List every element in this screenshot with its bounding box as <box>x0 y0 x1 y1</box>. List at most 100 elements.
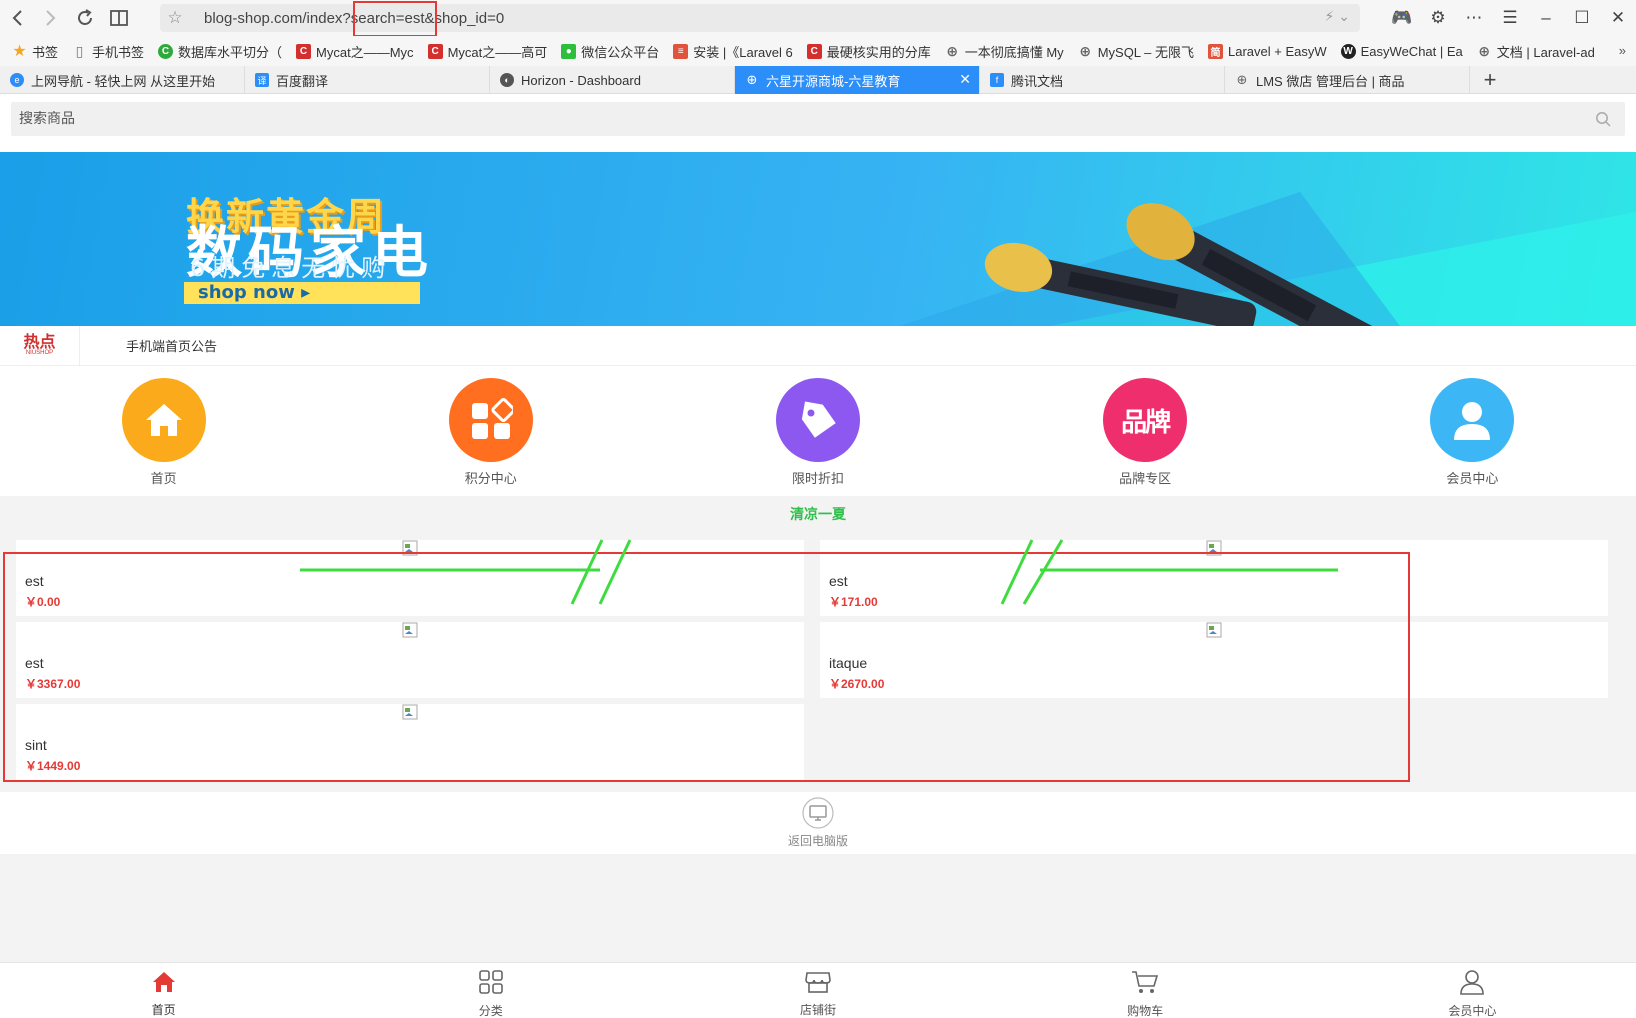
book-icon <box>110 10 128 26</box>
bookmark-item[interactable]: C 最硬核实用的分库 <box>806 42 931 61</box>
tab-label: 六星开源商城-六星教育 <box>766 73 901 89</box>
bookmark-label: 书签 <box>32 44 59 60</box>
tabbar-item[interactable]: 分类 <box>327 963 654 1018</box>
gear-icon[interactable]: ⚙ <box>1420 0 1456 36</box>
bookmark-item[interactable]: ● 微信公众平台 <box>561 42 659 61</box>
chevron-right-icon <box>46 10 56 26</box>
nav-item-label: 首页 <box>150 472 177 487</box>
browser-tab[interactable]: ⊕ LMS 微店 管理后台 | 商品 <box>1225 66 1470 94</box>
browser-tab[interactable]: 译百度翻译 <box>245 66 490 94</box>
bookmark-label: Mycat之——高可 <box>447 44 548 60</box>
banner-cta-button[interactable]: shop now ▸ <box>184 282 420 304</box>
reload-button[interactable] <box>68 0 102 36</box>
pc-version-link[interactable]: 返回电脑版 <box>0 792 1636 854</box>
browser-tab[interactable]: f 腾讯文档 <box>980 66 1225 94</box>
back-button[interactable] <box>0 0 34 36</box>
bookmarks-more-icon[interactable]: » <box>1619 43 1626 58</box>
globe-icon: ⊕ <box>1236 72 1248 87</box>
bookmark-item[interactable]: ≡ 安装 |《Laravel 6 <box>673 42 793 61</box>
bookmark-label: 微信公众平台 <box>581 44 660 60</box>
browser-tab[interactable]: ⊕ 六星开源商城-六星教育 ✕ <box>735 66 980 94</box>
tabbar-item[interactable]: 首页 <box>0 963 327 1018</box>
bookmarks-bar: ★ 书签 ▯ 手机书签 C 数据库水平切分（ C Mycat之——Myc C Mycat之——高可… <box>0 36 1636 66</box>
csdn-icon: C <box>806 43 822 59</box>
user-icon <box>1459 969 1485 1000</box>
tab-close-icon[interactable]: ✕ <box>959 71 971 88</box>
bookmark-item[interactable]: C 数据库水平切分（ <box>158 42 282 61</box>
globe-icon: ⊕ <box>746 72 758 87</box>
search-section <box>0 94 1636 152</box>
tab-label: LMS 微店 管理后台 | 商品 <box>1256 73 1405 89</box>
csdn-icon: C <box>296 43 312 59</box>
bookmark-item[interactable]: 简 Laravel + EasyW <box>1208 43 1327 59</box>
bottom-tabbar: 首页 分类 店铺街 购物车 会员中心 <box>0 962 1636 1018</box>
tab-strip: e 上网导航 - 轻快上网 从这里开始 译百度翻译 ◐ Horizon - Dashbo… <box>0 66 1636 94</box>
address-bar-actions[interactable]: ⚡ ⌄ <box>1325 8 1350 25</box>
circle-c-icon: C <box>158 43 174 59</box>
tabbar-item[interactable]: 购物车 <box>982 963 1309 1018</box>
nav-item[interactable]: 品牌 品牌专区 <box>982 366 1309 496</box>
tabbar-item[interactable]: 店铺街 <box>654 963 981 1018</box>
bookmark-star-icon[interactable]: ☆ <box>160 8 190 28</box>
search-input[interactable] <box>11 111 1571 127</box>
nav-item-label: 品牌专区 <box>1119 472 1172 487</box>
tabbar-label: 购物车 <box>1127 1003 1164 1018</box>
browser-tab[interactable]: e 上网导航 - 轻快上网 从这里开始 <box>0 66 245 94</box>
new-tab-button[interactable]: + <box>1470 66 1510 94</box>
browser-tab[interactable]: ◐ Horizon - Dashboard <box>490 66 735 94</box>
tab-label: Horizon - Dashboard <box>521 72 641 88</box>
minimize-icon[interactable]: – <box>1528 0 1564 36</box>
nav-item[interactable]: 会员中心 <box>1309 366 1636 496</box>
url-annotation-box <box>353 1 437 37</box>
menu-icon[interactable]: ☰ <box>1492 0 1528 36</box>
monitor-icon <box>802 797 834 829</box>
bookmark-item[interactable]: ⊕ MySQL – 无限飞 <box>1078 42 1194 61</box>
notice-logo-sub: NIUSHOP <box>25 350 54 356</box>
phone-icon: ▯ <box>75 42 84 59</box>
tabbar-label: 首页 <box>151 1002 176 1017</box>
home-icon <box>121 378 206 462</box>
reload-icon <box>78 9 92 25</box>
nav-item[interactable]: 限时折扣 <box>654 366 981 496</box>
user-icon <box>1430 378 1515 462</box>
nav-grid: 首页 积分中心限时折扣 品牌 品牌专区 会员中心 <box>0 366 1636 496</box>
bookmark-item[interactable]: ⊕ 文档 | Laravel-ad <box>1477 42 1594 61</box>
forward-button[interactable] <box>34 0 68 36</box>
bookmark-item[interactable]: C Mycat之——Myc <box>296 42 414 61</box>
bookmark-item[interactable]: ▯ 手机书签 <box>72 42 144 61</box>
nav-item[interactable]: 积分中心 <box>327 366 654 496</box>
address-bar[interactable]: ☆ blog-shop.com/index?search=est&shop_id… <box>160 1 1360 37</box>
easywechat-icon: W <box>1340 43 1356 59</box>
bookmark-label: 数据库水平切分（ <box>178 44 283 60</box>
bookmark-label: 最硬核实用的分库 <box>826 44 931 60</box>
tabbar-item[interactable]: 会员中心 <box>1309 963 1636 1018</box>
notice-text[interactable]: 手机端首页公告 <box>126 336 217 355</box>
more-icon[interactable]: ⋯ <box>1456 0 1492 36</box>
browser-toolbar: ☆ blog-shop.com/index?search=est&shop_id… <box>0 0 1636 37</box>
category-icon <box>478 969 504 1000</box>
bookmark-item[interactable]: ⊕ 一本彻底搞懂 My <box>945 42 1063 61</box>
tab-label: 百度翻译 <box>276 73 329 89</box>
products-annotation-box <box>3 552 1410 782</box>
search-icon[interactable] <box>1595 111 1611 127</box>
search-box[interactable] <box>11 102 1625 136</box>
promo-banner[interactable]: 换新黄金周 数码家电 6期免息无忧购 shop now ▸ <box>0 152 1636 326</box>
browser-actions: 🎮 ⚙ ⋯ ☰ – ☐ ✕ <box>1384 0 1636 36</box>
notice-bar: 热点 NIUSHOP 手机端首页公告 <box>0 325 1636 366</box>
csdn-icon: C <box>427 43 443 59</box>
bookmark-item[interactable]: ★ 书签 <box>12 42 58 61</box>
nav-item-label: 限时折扣 <box>791 472 844 487</box>
apps-icon <box>448 378 533 462</box>
nav-item[interactable]: 首页 <box>0 366 327 496</box>
maximize-icon[interactable]: ☐ <box>1564 0 1600 36</box>
reader-button[interactable] <box>102 0 136 36</box>
game-icon[interactable]: 🎮 <box>1384 0 1420 36</box>
notice-logo-main: 热点 <box>23 332 56 351</box>
close-icon[interactable]: ✕ <box>1600 0 1636 36</box>
bookmark-item[interactable]: W EasyWeChat | Ea <box>1340 43 1463 59</box>
star-icon: ★ <box>12 43 27 60</box>
globe-icon: ⊕ <box>946 42 959 59</box>
bookmark-item[interactable]: C Mycat之——高可 <box>427 42 548 61</box>
tabbar-label: 会员中心 <box>1448 1003 1497 1018</box>
tab-label: 腾讯文档 <box>1011 73 1064 89</box>
